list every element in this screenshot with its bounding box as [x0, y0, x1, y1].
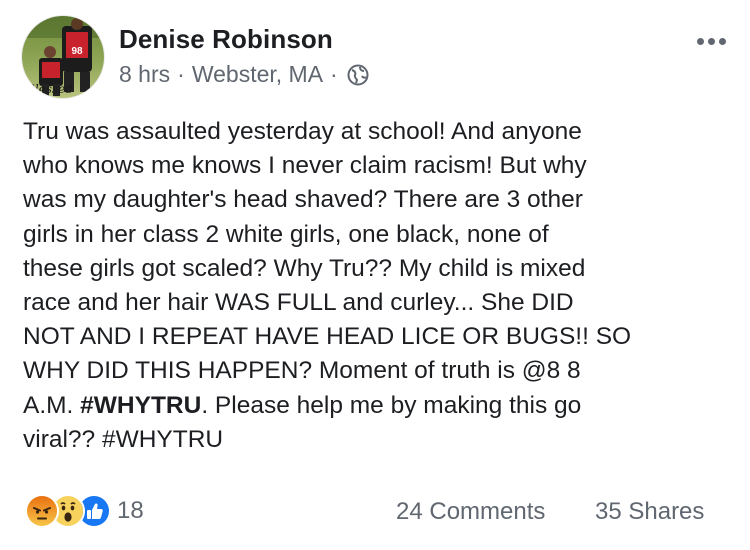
post-text-line: WHY DID THIS HAPPEN? Moment of truth is … [23, 357, 581, 385]
post-text-line: who knows me knows I never claim racism!… [23, 152, 587, 180]
more-options-icon[interactable] [697, 38, 726, 45]
facebook-post: 98 Blessed Denise Robinson 8 hrs · Webst… [0, 0, 750, 550]
post-text-line: NOT AND I REPEAT HAVE HEAD LICE OR BUGS!… [23, 323, 632, 351]
meta-separator: · [177, 61, 185, 87]
globe-icon [347, 64, 369, 86]
comments-count-link[interactable]: 24 Comments [396, 498, 545, 526]
post-text-line: girls in her class 2 white girls, one bl… [23, 220, 549, 248]
jersey-number: 98 [71, 46, 83, 57]
author-name[interactable]: Denise Robinson [119, 24, 333, 55]
meta-separator: · [330, 61, 338, 87]
avatar-caption: Blessed [25, 82, 73, 96]
post-meta: 8 hrs · Webster, MA · [119, 61, 369, 88]
post-text-line: was my daughter's head shaved? There are… [23, 186, 583, 214]
post-time[interactable]: 8 hrs [119, 61, 170, 88]
avatar-photo: 98 Blessed [22, 16, 104, 98]
dot [719, 38, 726, 45]
post-footer: 18 24 Comments 35 Shares [0, 494, 750, 530]
dot [708, 38, 715, 45]
shares-count-link[interactable]: 35 Shares [595, 498, 704, 526]
angry-reaction-icon [25, 494, 59, 528]
reaction-count: 18 [117, 497, 144, 524]
text-segment: . Please help me by making this go [201, 391, 582, 419]
post-text-line: race and her hair WAS FULL and curley...… [23, 289, 574, 317]
post-text-line: Tru was assaulted yesterday at school! A… [23, 118, 582, 145]
hashtag-link[interactable]: #WHYTRU [80, 392, 201, 419]
post-text-line: A.M. #WHYTRU. Please help me by making t… [23, 389, 735, 423]
reactions-summary[interactable]: 18 [25, 494, 144, 528]
post-text-line: these girls got scaled? Why Tru?? My chi… [23, 254, 586, 282]
text-segment: A.M. [23, 391, 81, 419]
post-text: Tru was assaulted yesterday at school! A… [23, 115, 735, 457]
post-text-line: viral?? #WHYTRU [23, 425, 224, 453]
post-location[interactable]: Webster, MA [192, 61, 323, 88]
dot [697, 38, 704, 45]
avatar[interactable]: 98 Blessed [22, 16, 104, 98]
